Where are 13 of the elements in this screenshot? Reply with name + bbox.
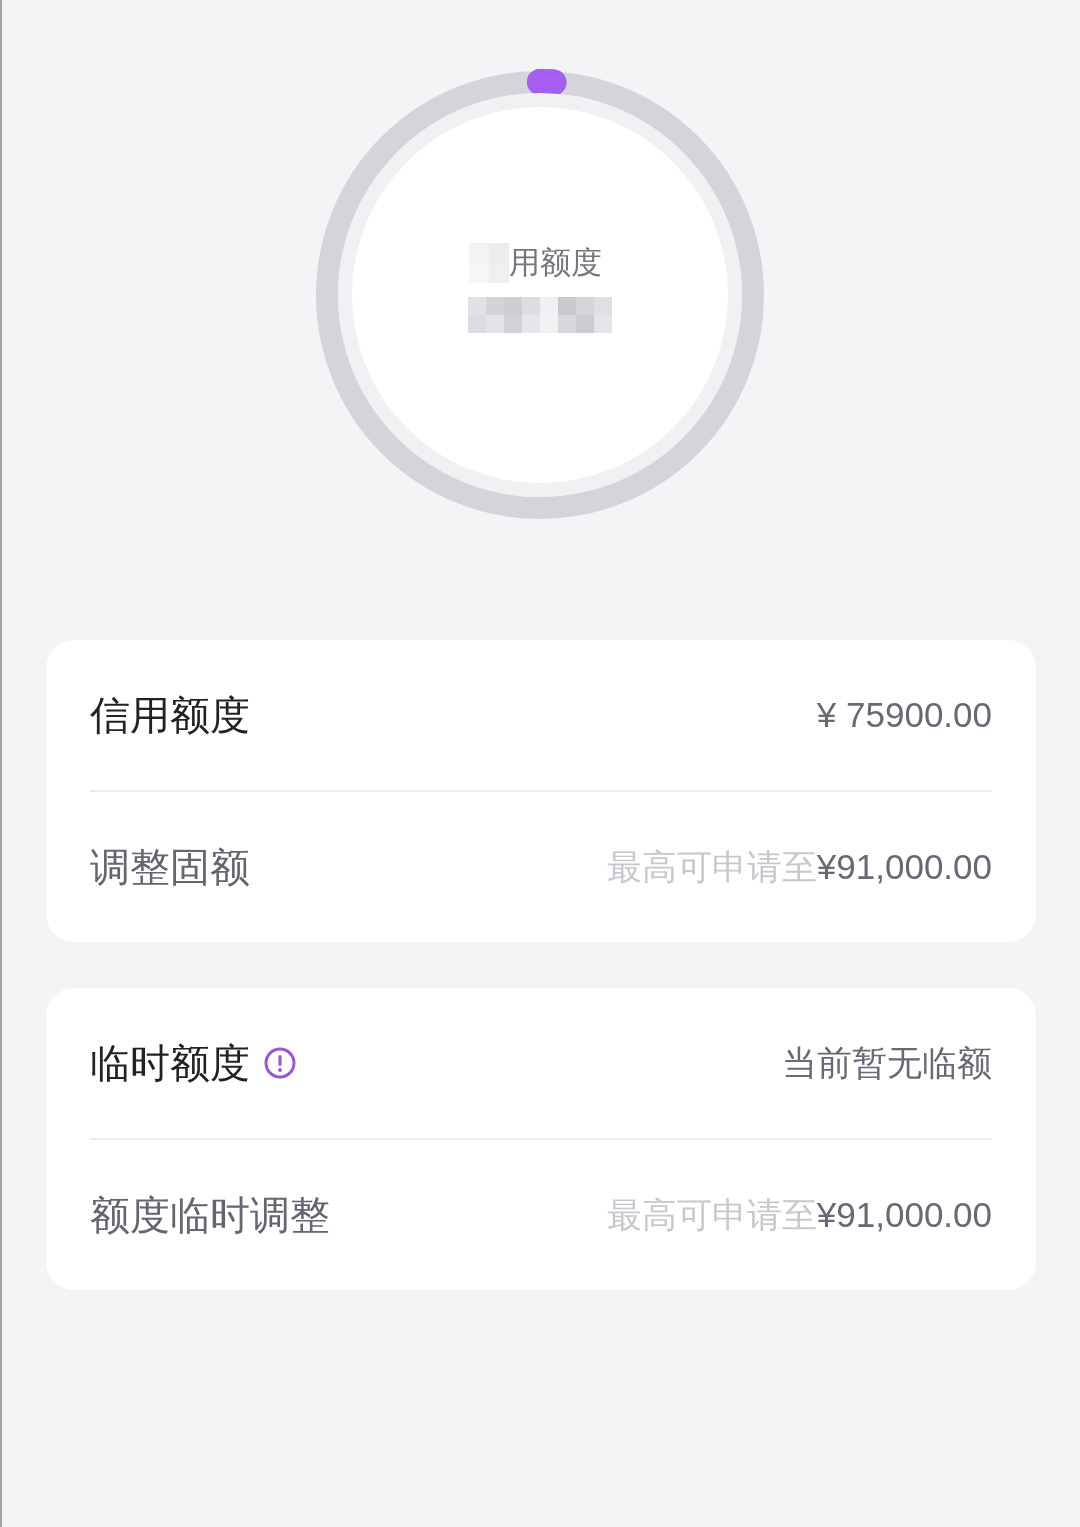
row-label: 调整固额 (90, 844, 250, 891)
amount-text: 当前暂无临额 (782, 1042, 992, 1084)
hint-text: 最高可申请至 (606, 846, 817, 888)
info-icon[interactable] (264, 1047, 296, 1079)
amount-text: ¥ 75900.00 (816, 694, 992, 736)
row-label: 信用额度 (90, 692, 250, 739)
gauge-fill (527, 69, 567, 96)
gauge-label: 用额度 (508, 244, 602, 282)
amount-text: ¥91,000.00 (816, 846, 992, 888)
amount-text: ¥91,000.00 (816, 1194, 992, 1236)
hint-text: 最高可申请至 (606, 1194, 817, 1236)
row-label: 临时额度 (90, 1040, 250, 1087)
row-label: 额度临时调整 (90, 1192, 330, 1239)
